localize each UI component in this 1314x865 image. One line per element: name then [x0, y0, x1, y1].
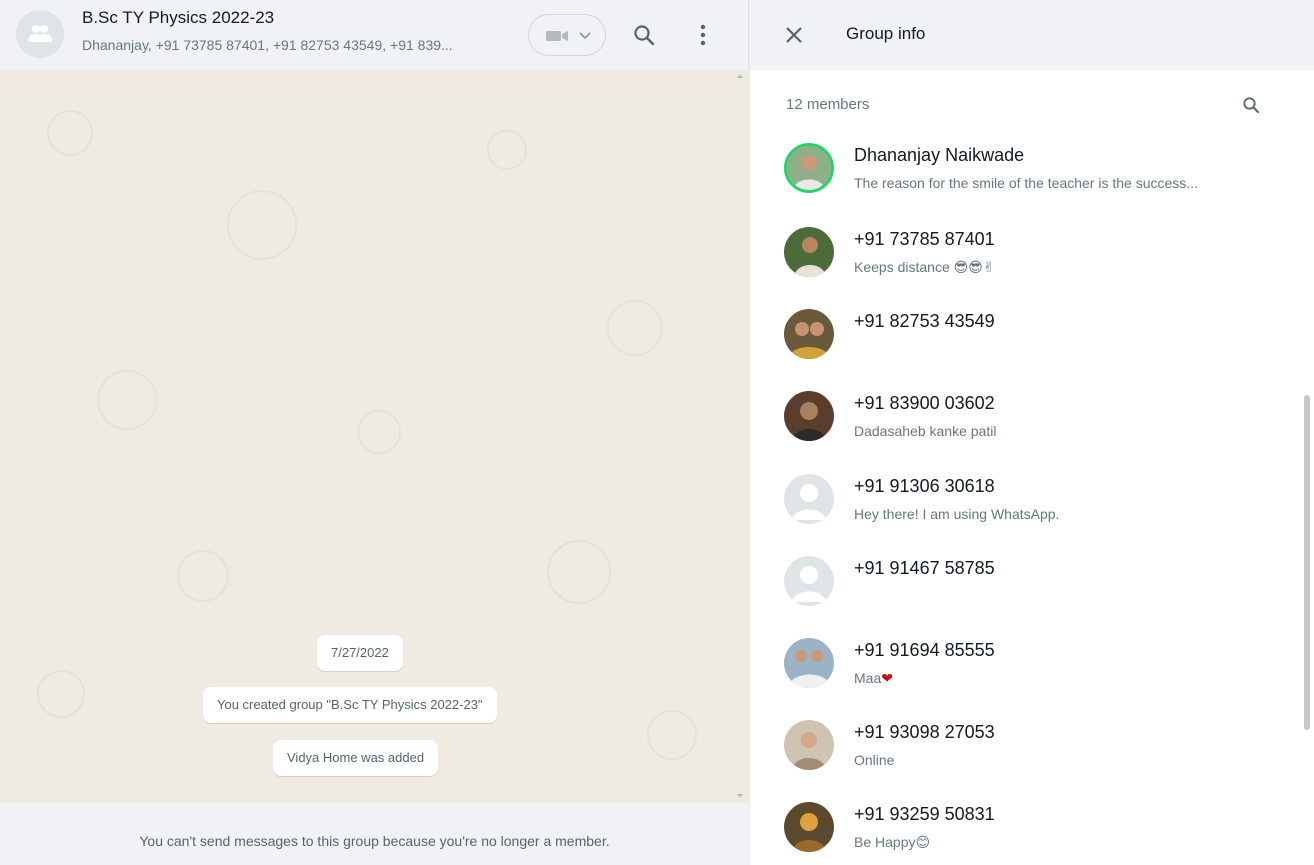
search-icon[interactable]	[1242, 96, 1260, 114]
member-item[interactable]: +91 93259 50831 Be Happy😊	[750, 802, 1302, 865]
member-name: +91 73785 87401	[854, 229, 995, 249]
member-name: +91 93259 50831	[854, 804, 995, 824]
member-item[interactable]: +91 73785 87401 Keeps distance 😎😎✌	[750, 227, 1302, 309]
member-item[interactable]: +91 91694 85555 Maa❤	[750, 638, 1302, 720]
group-avatar[interactable]	[16, 10, 64, 58]
member-name: +91 83900 03602	[854, 393, 995, 413]
member-about: Hey there! I am using WhatsApp.	[854, 506, 1060, 522]
members-scrollbar[interactable]	[1304, 395, 1310, 730]
wallpaper-doodle	[97, 370, 157, 430]
default-avatar-icon	[784, 474, 834, 524]
chevron-down-icon	[579, 32, 591, 40]
avatar	[784, 802, 834, 852]
system-message: Vidya Home was added	[273, 740, 439, 776]
wallpaper-doodle	[37, 670, 85, 718]
wallpaper-doodle	[547, 540, 611, 604]
member-name: +91 91694 85555	[854, 640, 995, 660]
member-about: Online	[854, 752, 895, 768]
member-name: +91 91306 30618	[854, 476, 995, 496]
not-member-notice: You can't send messages to this group be…	[139, 833, 610, 849]
member-about: Keeps distance 😎😎✌	[854, 259, 995, 275]
group-info-title: Group info	[846, 24, 926, 43]
date-divider: 7/27/2022	[317, 635, 403, 671]
scroll-down-arrow[interactable]	[736, 790, 744, 802]
chat-header[interactable]: B.Sc TY Physics 2022-23 Dhananjay, +91 7…	[0, 0, 749, 70]
avatar	[784, 227, 834, 277]
wallpaper-doodle	[607, 300, 663, 356]
search-icon[interactable]	[633, 24, 655, 46]
chat-messages-area[interactable]: 7/27/2022 You created group "B.Sc TY Phy…	[7, 70, 743, 803]
chat-pane: B.Sc TY Physics 2022-23 Dhananjay, +91 7…	[0, 0, 749, 865]
close-icon[interactable]	[784, 25, 804, 45]
wallpaper-doodle	[47, 110, 93, 156]
member-name: +91 91467 58785	[854, 558, 995, 578]
member-item[interactable]: Dhananjay Naikwade The reason for the sm…	[750, 143, 1302, 225]
wallpaper-doodle	[647, 710, 697, 760]
avatar	[784, 143, 834, 193]
group-icon	[28, 25, 52, 42]
wallpaper-doodle	[177, 550, 229, 602]
member-item[interactable]: +91 91306 30618 Hey there! I am using Wh…	[750, 474, 1302, 556]
wallpaper-doodle	[357, 410, 401, 454]
system-message: You created group "B.Sc TY Physics 2022-…	[203, 687, 497, 723]
wallpaper-doodle	[227, 190, 297, 260]
member-name: Dhananjay Naikwade	[854, 145, 1025, 165]
avatar	[784, 720, 834, 770]
avatar	[784, 309, 834, 359]
chat-footer: You can't send messages to this group be…	[0, 803, 749, 865]
default-avatar-icon	[784, 556, 834, 606]
group-info-pane: Group info 12 members Dhananjay Naikwade…	[749, 0, 1314, 865]
wallpaper-doodle	[487, 130, 527, 170]
member-item[interactable]: +91 93098 27053 Online	[750, 720, 1302, 802]
avatar	[784, 638, 834, 688]
member-item[interactable]: +91 83900 03602 Dadasaheb kanke patil	[750, 391, 1302, 473]
chat-title[interactable]: B.Sc TY Physics 2022-23	[82, 8, 274, 28]
scroll-up-arrow[interactable]	[736, 70, 744, 82]
menu-dots-icon[interactable]	[700, 24, 706, 46]
member-name: +91 93098 27053	[854, 722, 995, 742]
member-about: Maa❤	[854, 670, 893, 686]
chat-participants[interactable]: Dhananjay, +91 73785 87401, +91 82753 43…	[82, 37, 502, 53]
member-name: +91 82753 43549	[854, 311, 995, 331]
member-item[interactable]: +91 82753 43549	[750, 309, 1302, 391]
member-about: Dadasaheb kanke patil	[854, 423, 997, 439]
members-count: 12 members	[786, 96, 870, 113]
member-about: Be Happy😊	[854, 834, 931, 850]
member-about: The reason for the smile of the teacher …	[854, 175, 1198, 191]
member-item[interactable]: +91 91467 58785	[750, 556, 1302, 638]
avatar	[784, 391, 834, 441]
whatsapp-window: B.Sc TY Physics 2022-23 Dhananjay, +91 7…	[0, 0, 1314, 865]
group-info-header: Group info	[750, 0, 1314, 70]
video-call-button[interactable]	[528, 14, 606, 56]
video-camera-icon	[546, 31, 568, 41]
